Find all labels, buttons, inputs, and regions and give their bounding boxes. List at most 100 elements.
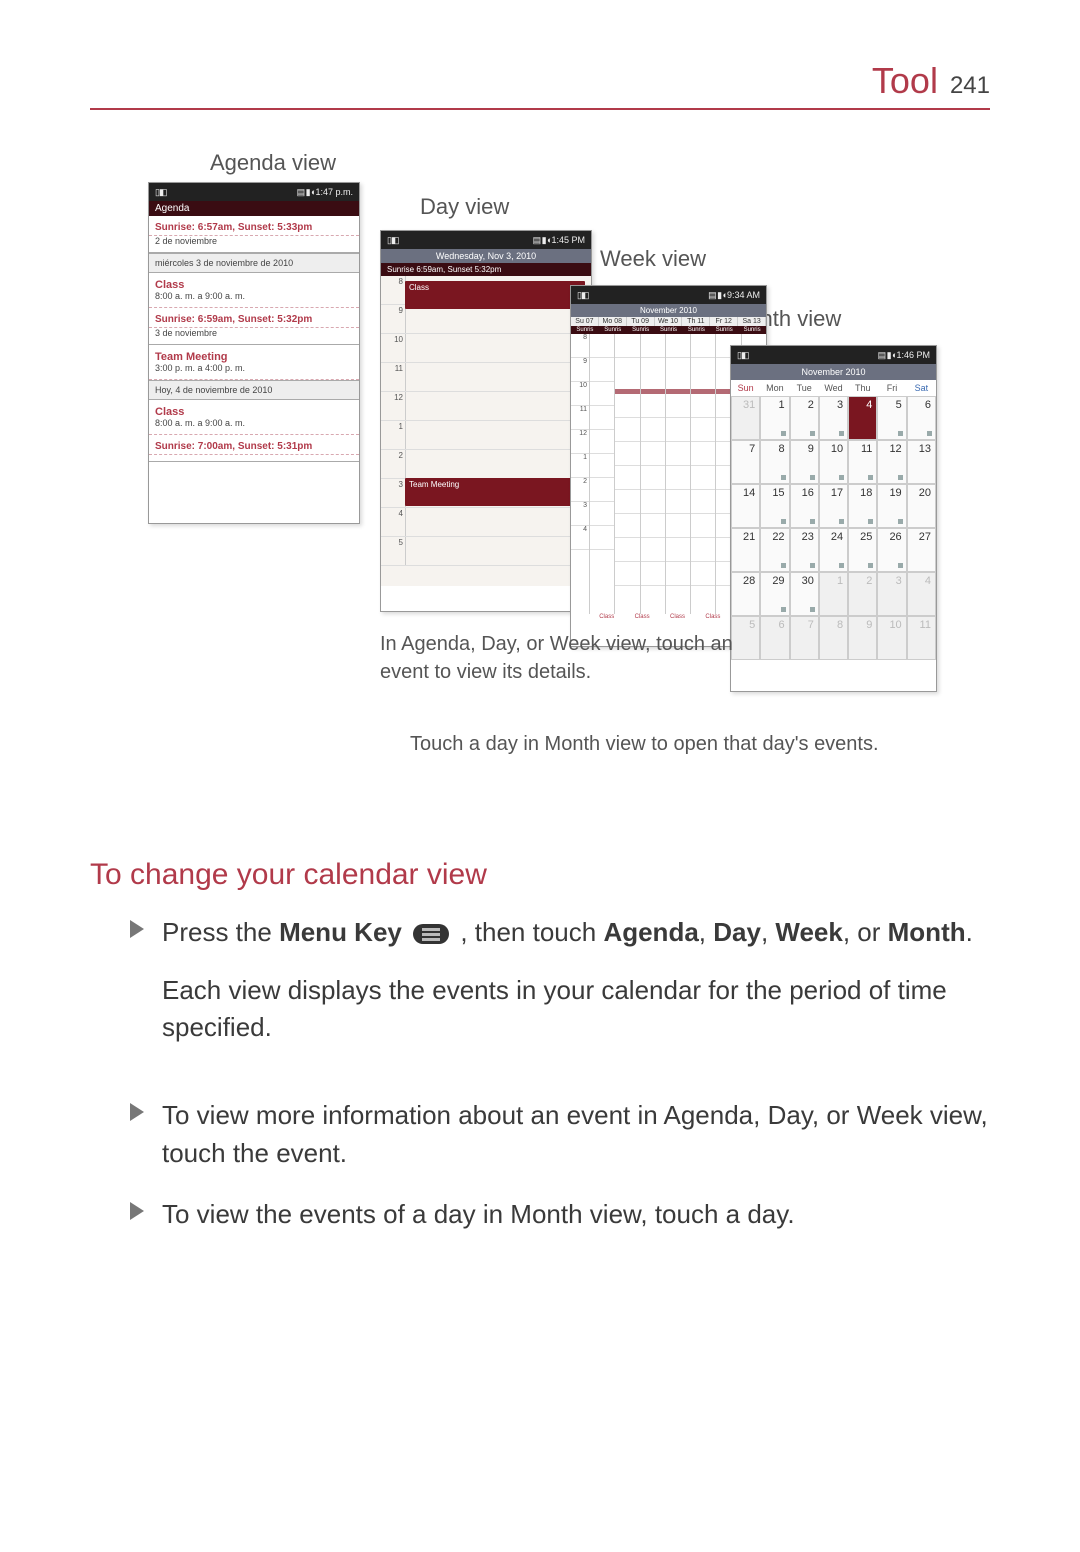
month-day-cell[interactable]: 7 <box>790 616 819 660</box>
month-day-cell[interactable]: 4 <box>848 396 877 440</box>
day-title: Wednesday, Nov 3, 2010 <box>381 249 591 263</box>
hour-cell[interactable] <box>405 334 591 362</box>
month-day-cell[interactable]: 8 <box>760 440 789 484</box>
caption-month: Touch a day in Month view to open that d… <box>410 730 970 758</box>
month-day-cell[interactable]: 8 <box>819 616 848 660</box>
month-day-cell[interactable]: 30 <box>790 572 819 616</box>
hour-label: 1 <box>381 421 405 431</box>
hour-label: 4 <box>381 508 405 518</box>
hour-cell[interactable] <box>405 421 591 449</box>
hour-cell[interactable] <box>405 450 591 478</box>
text: , <box>699 917 713 947</box>
bullet-icon <box>130 1202 144 1220</box>
month-day-cell[interactable]: 27 <box>907 528 936 572</box>
month-day-cell[interactable]: 14 <box>731 484 760 528</box>
hour-cell[interactable] <box>405 305 591 333</box>
month-day-cell[interactable]: 10 <box>877 616 906 660</box>
hour-label: 5 <box>381 537 405 547</box>
month-event-dot <box>810 431 815 436</box>
month-day-cell[interactable]: 26 <box>877 528 906 572</box>
status-icons-right: ▤ ▮ ◐ <box>878 350 897 361</box>
week-sun-label: Sunris <box>571 326 599 334</box>
week-column[interactable] <box>690 334 715 614</box>
month-day-cell[interactable]: 29 <box>760 572 789 616</box>
month-day-cell[interactable]: 20 <box>907 484 936 528</box>
text: , or <box>843 917 888 947</box>
month-day-cell[interactable]: 25 <box>848 528 877 572</box>
month-event-dot <box>868 475 873 480</box>
month-day-cell[interactable]: 5 <box>877 396 906 440</box>
hour-label: 8 <box>571 334 589 358</box>
month-day-cell[interactable]: 15 <box>760 484 789 528</box>
day-event[interactable]: Class <box>405 281 585 309</box>
month-day-cell[interactable]: 17 <box>819 484 848 528</box>
month-event-dot <box>898 475 903 480</box>
week-day-header[interactable]: Th 11 <box>682 317 710 326</box>
hour-row: 12 <box>381 392 591 421</box>
month-day-cell[interactable]: 2 <box>848 572 877 616</box>
hour-row: 5 <box>381 537 591 566</box>
event-title[interactable]: Team Meeting <box>149 345 359 363</box>
hour-label: 3 <box>571 502 589 526</box>
views-figure: Agenda view Day view Week view Month vie… <box>90 150 990 710</box>
month-day-cell[interactable]: 21 <box>731 528 760 572</box>
week-sun-label: Sunris <box>738 326 766 334</box>
month-event-dot <box>810 475 815 480</box>
month-day-cell[interactable]: 22 <box>760 528 789 572</box>
event-title[interactable]: Class <box>149 400 359 418</box>
hour-cell[interactable] <box>405 363 591 391</box>
text: , then touch <box>453 917 603 947</box>
month-day-cell[interactable]: 23 <box>790 528 819 572</box>
month-day-cell[interactable]: 7 <box>731 440 760 484</box>
month-day-cell[interactable]: 19 <box>877 484 906 528</box>
text: To view more information about an event … <box>162 1097 990 1172</box>
week-day-header[interactable]: Mo 08 <box>599 317 627 326</box>
status-icons-left: ▯◧ <box>737 350 748 361</box>
month-day-cell[interactable]: 4 <box>907 572 936 616</box>
month-day-cell[interactable]: 31 <box>731 396 760 440</box>
week-sun-label: Sunris <box>710 326 738 334</box>
week-day-header[interactable]: Sa 13 <box>738 317 766 326</box>
week-day-header[interactable]: Su 07 <box>571 317 599 326</box>
section-title: Tool <box>872 60 938 102</box>
week-column[interactable] <box>665 334 690 614</box>
event-title[interactable]: Class <box>149 273 359 291</box>
hour-cell[interactable] <box>405 537 591 565</box>
month-event-dot <box>781 475 786 480</box>
month-day-cell[interactable]: 6 <box>907 396 936 440</box>
week-column[interactable] <box>589 334 614 614</box>
agenda-title: Agenda <box>149 201 359 216</box>
event-time: 8:00 a. m. a 9:00 a. m. <box>149 418 359 435</box>
hour-cell[interactable] <box>405 392 591 420</box>
month-day-cell[interactable]: 24 <box>819 528 848 572</box>
month-day-cell[interactable]: 9 <box>790 440 819 484</box>
month-title: November 2010 <box>731 364 936 380</box>
month-day-cell[interactable]: 11 <box>907 616 936 660</box>
week-day-header[interactable]: Tu 09 <box>627 317 655 326</box>
month-dow: Sun <box>731 380 760 396</box>
caption-views: In Agenda, Day, or Week view, touch an e… <box>380 630 780 686</box>
month-event-dot <box>868 563 873 568</box>
month-day-cell[interactable]: 12 <box>877 440 906 484</box>
week-day-header[interactable]: Fr 12 <box>710 317 738 326</box>
week-column[interactable] <box>614 334 639 614</box>
hour-cell[interactable] <box>405 508 591 536</box>
month-day-cell[interactable]: 1 <box>819 572 848 616</box>
week-column[interactable] <box>640 334 665 614</box>
section-heading: To change your calendar view <box>90 858 990 892</box>
sunrise-sunset: Sunrise: 6:57am, Sunset: 5:33pm <box>149 216 359 236</box>
month-day-cell[interactable]: 10 <box>819 440 848 484</box>
month-day-cell[interactable]: 11 <box>848 440 877 484</box>
month-day-cell[interactable]: 3 <box>877 572 906 616</box>
month-day-cell[interactable]: 28 <box>731 572 760 616</box>
month-day-cell[interactable]: 3 <box>819 396 848 440</box>
month-day-cell[interactable]: 2 <box>790 396 819 440</box>
month-day-cell[interactable]: 16 <box>790 484 819 528</box>
month-day-cell[interactable]: 1 <box>760 396 789 440</box>
status-icons-left: ▯◧ <box>387 235 398 246</box>
day-event[interactable]: Team Meeting <box>405 478 585 506</box>
month-day-cell[interactable]: 9 <box>848 616 877 660</box>
week-day-header[interactable]: We 10 <box>655 317 683 326</box>
month-day-cell[interactable]: 13 <box>907 440 936 484</box>
month-day-cell[interactable]: 18 <box>848 484 877 528</box>
